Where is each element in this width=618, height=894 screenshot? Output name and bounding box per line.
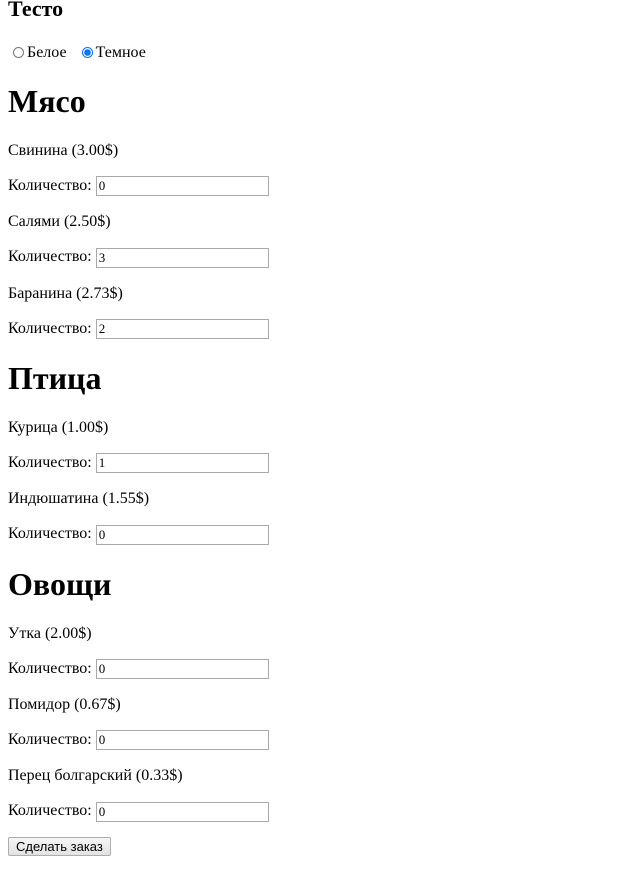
section-heading-poultry: Птица bbox=[8, 359, 102, 396]
dough-heading: Тесто bbox=[8, 0, 64, 21]
quantity-row: Количество: bbox=[8, 176, 610, 197]
dough-options: Белое Темное bbox=[8, 43, 610, 62]
quantity-row: Количество: bbox=[8, 658, 610, 679]
quantity-input[interactable] bbox=[95, 318, 269, 339]
quantity-input[interactable] bbox=[95, 801, 269, 822]
quantity-label: Количество: bbox=[8, 319, 92, 337]
quantity-input[interactable] bbox=[95, 524, 269, 545]
item-label: Помидор (0.67$) bbox=[8, 695, 121, 713]
item-label: Свинина (3.00$) bbox=[8, 142, 119, 159]
quantity-label: Количество: bbox=[8, 525, 92, 543]
item-label: Баранина (2.73$) bbox=[8, 284, 123, 302]
quantity-input[interactable] bbox=[95, 453, 269, 474]
quantity-label: Количество: bbox=[8, 802, 92, 820]
dough-option-white[interactable]: Белое bbox=[8, 44, 67, 61]
item-label: Курица (1.00$) bbox=[8, 418, 109, 436]
section-heading-meat: Мясо bbox=[8, 83, 86, 119]
submit-order-button[interactable]: Сделать заказ bbox=[8, 836, 111, 856]
item-label: Утка (2.00$) bbox=[8, 624, 92, 642]
quantity-label: Количество: bbox=[8, 453, 92, 471]
section-heading-vegetables: Овощи bbox=[8, 565, 112, 602]
quantity-input[interactable] bbox=[95, 176, 269, 197]
quantity-row: Количество: bbox=[8, 801, 610, 822]
sections: Мясо Свинина (3.00$) Количество: Салями (2… bbox=[8, 83, 610, 822]
quantity-label: Количество: bbox=[8, 659, 92, 677]
quantity-label: Количество: bbox=[8, 177, 92, 194]
quantity-row: Количество: bbox=[8, 453, 610, 474]
dough-radio-dark[interactable] bbox=[81, 47, 93, 58]
dough-option-dark[interactable]: Темное bbox=[77, 44, 146, 61]
item-label: Салями (2.50$) bbox=[8, 213, 111, 231]
dough-radio-white[interactable] bbox=[13, 47, 24, 58]
quantity-row: Количество: bbox=[8, 247, 610, 268]
quantity-row: Количество: bbox=[8, 318, 610, 339]
quantity-input[interactable] bbox=[95, 658, 269, 679]
quantity-label: Количество: bbox=[8, 730, 92, 748]
quantity-row: Количество: bbox=[8, 730, 610, 751]
quantity-row: Количество: bbox=[8, 524, 610, 545]
quantity-label: Количество: bbox=[8, 248, 92, 266]
quantity-input[interactable] bbox=[95, 247, 269, 268]
item-label: Перец болгарский (0.33$) bbox=[8, 767, 183, 785]
item-label: Индюшатина (1.55$) bbox=[8, 490, 150, 508]
quantity-input[interactable] bbox=[95, 730, 269, 751]
